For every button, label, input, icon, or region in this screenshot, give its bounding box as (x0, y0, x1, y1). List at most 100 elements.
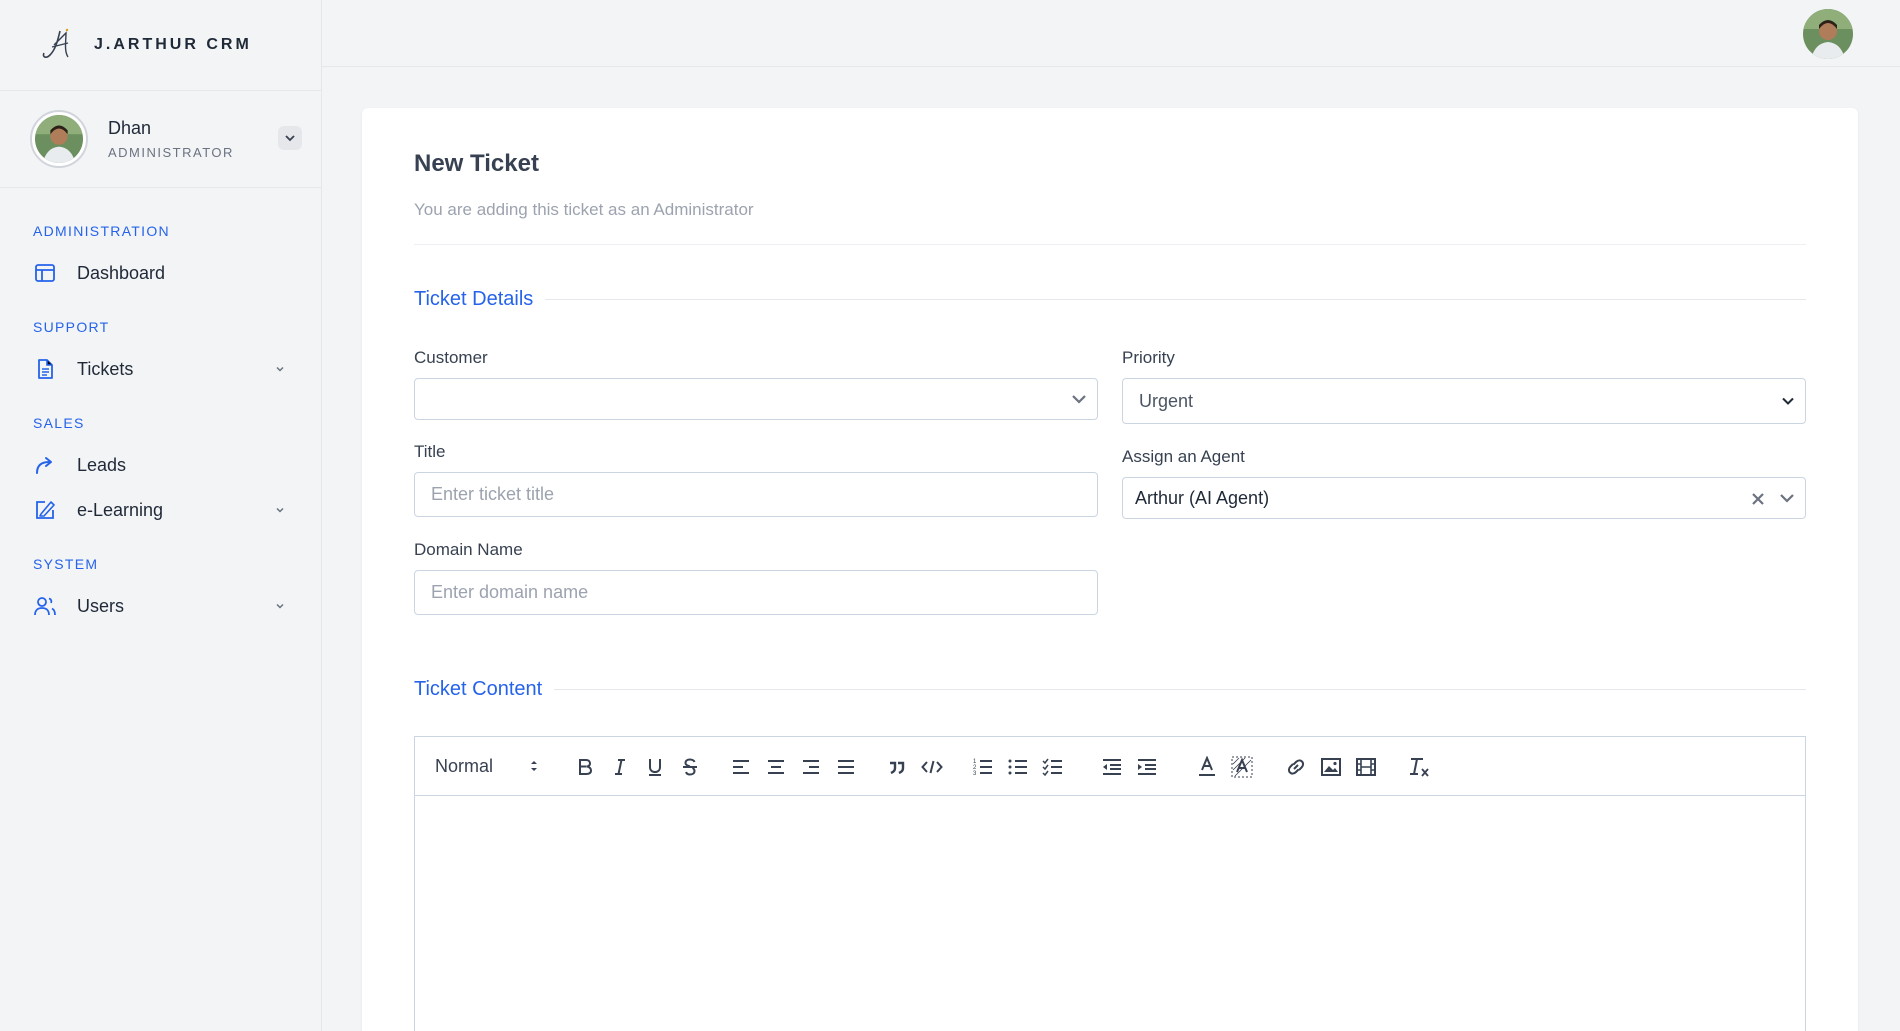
text-color-icon (1199, 756, 1215, 776)
section-ticket-content: Ticket Content (414, 678, 1806, 701)
brand-logo-icon (42, 28, 69, 58)
avatar (30, 110, 88, 168)
sidebar-item-label: e-Learning (77, 499, 164, 520)
page-title: New Ticket (414, 150, 539, 177)
profile-name: Dhan (108, 118, 152, 138)
text-color-button[interactable] (1194, 754, 1220, 780)
blockquote-icon (890, 761, 905, 775)
user-profile[interactable]: Dhan ADMINISTRATOR (0, 91, 321, 188)
top-bar (322, 0, 1900, 67)
top-avatar[interactable] (1803, 9, 1853, 59)
align-left-button[interactable] (728, 754, 754, 780)
nav-section-support: SUPPORT (33, 319, 110, 335)
background-color-button[interactable] (1229, 754, 1255, 780)
nav-section-sales: SALES (33, 415, 85, 431)
agent-label: Assign an Agent (1122, 447, 1245, 466)
strike-icon (683, 758, 697, 776)
profile-menu-button[interactable] (278, 126, 302, 150)
align-left-icon (733, 760, 749, 774)
editor-toolbar: Normal 1 2 3 (415, 737, 1805, 796)
clear-format-button[interactable] (1407, 754, 1433, 780)
title-input[interactable]: Enter ticket title (414, 472, 1098, 517)
italic-button[interactable] (607, 754, 633, 780)
sidebar: J.ARTHUR CRM Dhan ADMINISTRATOR ADMINIST… (0, 0, 322, 1031)
video-icon (1356, 758, 1376, 776)
chevron-down-icon (276, 366, 284, 372)
sidebar-item-label: Users (77, 595, 125, 616)
link-button[interactable] (1283, 754, 1309, 780)
bold-button[interactable] (572, 754, 598, 780)
agent-select[interactable]: Arthur (AI Agent) (1122, 477, 1806, 519)
share-arrow-icon (36, 457, 52, 474)
sidebar-item-leads[interactable]: Leads (0, 449, 322, 481)
ordered-list-button[interactable]: 123 (970, 754, 996, 780)
sidebar-item-tickets[interactable]: Tickets (0, 353, 322, 385)
align-right-icon (803, 760, 819, 774)
sidebar-item-elearning[interactable]: e-Learning (0, 494, 322, 526)
chevron-down-icon (276, 507, 284, 513)
sidebar-item-label: Tickets (77, 358, 134, 379)
align-justify-icon (838, 760, 854, 774)
agent-value: Arthur (AI Agent) (1135, 487, 1270, 508)
clear-format-icon (1410, 758, 1429, 777)
domain-placeholder: Enter domain name (431, 582, 589, 602)
image-button[interactable] (1318, 754, 1344, 780)
chevron-down-icon (1782, 397, 1794, 405)
align-center-icon (768, 760, 784, 774)
link-icon (1287, 759, 1305, 775)
outdent-icon (1103, 759, 1121, 775)
bold-icon (579, 759, 593, 775)
sidebar-item-label: Dashboard (77, 262, 166, 283)
format-value: Normal (435, 755, 494, 776)
avatar-photo-icon (35, 115, 83, 163)
priority-select[interactable]: Urgent (1122, 378, 1806, 424)
align-justify-button[interactable] (833, 754, 859, 780)
code-icon (921, 760, 943, 774)
svg-text:3: 3 (973, 771, 977, 777)
close-icon[interactable] (1751, 492, 1765, 506)
underline-icon (649, 759, 661, 776)
sidebar-item-dashboard[interactable]: Dashboard (0, 257, 322, 289)
title-label: Title (414, 442, 446, 461)
indent-icon (1138, 759, 1156, 775)
bullet-list-button[interactable] (1005, 754, 1031, 780)
sidebar-item-users[interactable]: Users (0, 590, 322, 622)
check-list-icon (1042, 758, 1062, 777)
format-select[interactable]: Normal (435, 751, 543, 781)
italic-icon (615, 759, 625, 775)
avatar-photo-icon (1803, 9, 1853, 59)
domain-input[interactable]: Enter domain name (414, 570, 1098, 615)
bullet-list-icon (1008, 759, 1027, 775)
brand-name: J.ARTHUR CRM (94, 36, 252, 53)
blockquote-button[interactable] (884, 754, 910, 780)
section-title: Ticket Details (414, 288, 534, 310)
outdent-button[interactable] (1099, 754, 1125, 780)
underline-button[interactable] (642, 754, 668, 780)
customer-label: Customer (414, 348, 488, 367)
video-button[interactable] (1353, 754, 1379, 780)
indent-button[interactable] (1134, 754, 1160, 780)
editor-body[interactable] (415, 796, 1805, 1031)
priority-label: Priority (1122, 348, 1175, 367)
align-right-button[interactable] (798, 754, 824, 780)
dashboard-icon (35, 264, 55, 282)
section-title: Ticket Content (414, 678, 543, 700)
new-ticket-card: New Ticket You are adding this ticket as… (362, 108, 1858, 1031)
priority-value: Urgent (1139, 390, 1194, 411)
customer-select[interactable] (414, 378, 1098, 420)
ordered-list-icon: 123 (973, 759, 992, 777)
chevron-down-icon (285, 135, 295, 142)
align-center-button[interactable] (763, 754, 789, 780)
check-list-button[interactable] (1040, 754, 1066, 780)
nav-section-administration: ADMINISTRATION (33, 223, 170, 239)
code-button[interactable] (919, 754, 945, 780)
divider (414, 244, 1806, 245)
chevron-down-icon[interactable] (1779, 490, 1795, 506)
chevron-down-icon (1072, 395, 1086, 404)
title-placeholder: Enter ticket title (431, 484, 555, 504)
page-subtitle: You are adding this ticket as an Adminis… (414, 200, 754, 219)
domain-label: Domain Name (414, 540, 523, 559)
chevron-down-icon (276, 603, 284, 609)
strike-button[interactable] (677, 754, 703, 780)
sidebar-item-label: Leads (77, 454, 127, 475)
